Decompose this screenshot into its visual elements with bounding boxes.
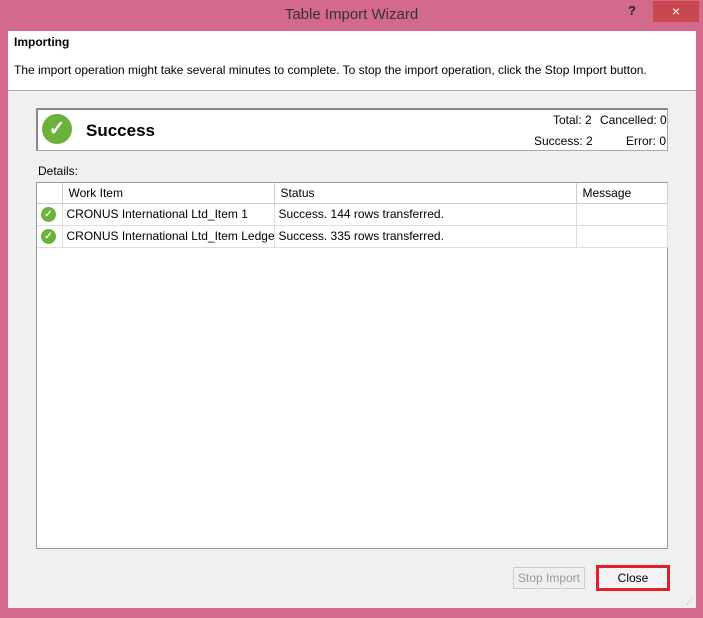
- wizard-header: Importing The import operation might tak…: [8, 31, 696, 91]
- grid-header-row: Work Item Status Message: [37, 183, 668, 204]
- title-bar: Table Import Wizard ? ×: [0, 0, 703, 32]
- header-title: Importing: [14, 35, 70, 49]
- column-work-item[interactable]: Work Item: [62, 183, 275, 204]
- stop-import-button[interactable]: Stop Import: [513, 567, 585, 589]
- help-button[interactable]: ?: [628, 3, 636, 18]
- header-description: The import operation might take several …: [14, 63, 647, 77]
- summary-panel: ✓ Success Total: 2 Cancelled: 0 Success:…: [36, 108, 668, 151]
- success-check-icon: ✓: [41, 207, 56, 222]
- status-cell: Success. 144 rows transferred.: [274, 203, 577, 226]
- summary-status: Success: [86, 121, 155, 140]
- success-check-icon: ✓: [42, 114, 72, 144]
- details-label: Details:: [38, 164, 79, 178]
- work-item-cell: CRONUS International Ltd_Item Ledger ...: [62, 225, 275, 248]
- work-item-cell: CRONUS International Ltd_Item 1: [62, 203, 275, 226]
- success-check-icon: ✓: [41, 229, 56, 244]
- message-cell: [576, 203, 668, 226]
- message-cell: [576, 225, 668, 248]
- column-message[interactable]: Message: [576, 183, 668, 204]
- close-button[interactable]: Close: [596, 565, 670, 591]
- window-title: Table Import Wizard: [284, 6, 419, 23]
- table-row[interactable]: ✓ CRONUS International Ltd_Item Ledger .…: [37, 225, 668, 248]
- details-grid[interactable]: Work Item Status Message ✓ CRONUS Intern…: [36, 182, 668, 549]
- content-area: ✓ Success Total: 2 Cancelled: 0 Success:…: [8, 91, 696, 608]
- status-cell: Success. 335 rows transferred.: [274, 225, 577, 248]
- resize-grip-icon[interactable]: ⋰: [686, 597, 694, 606]
- table-row[interactable]: ✓ CRONUS International Ltd_Item 1 Succes…: [37, 203, 668, 226]
- total-count: Total: 2: [553, 113, 592, 127]
- cancelled-count: Cancelled: 0: [600, 113, 667, 127]
- column-status[interactable]: Status: [274, 183, 577, 204]
- column-icon[interactable]: [37, 183, 63, 204]
- window-close-button[interactable]: ×: [653, 1, 699, 22]
- success-count: Success: 2: [534, 134, 593, 148]
- error-count: Error: 0: [626, 134, 667, 148]
